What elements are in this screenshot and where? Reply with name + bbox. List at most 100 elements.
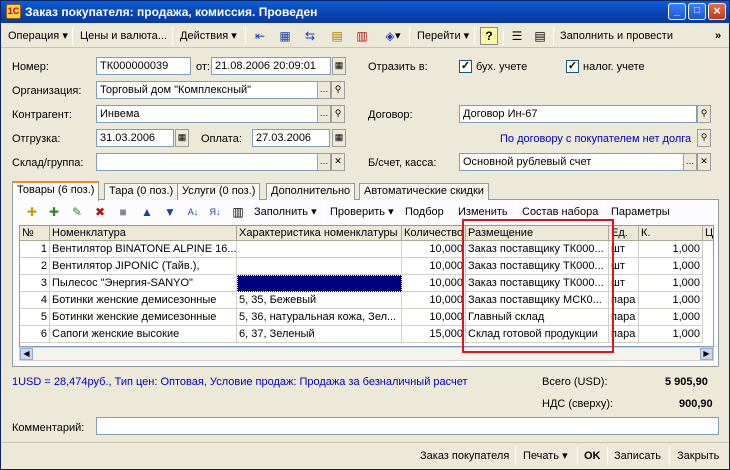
tab-containers[interactable]: Тара (0 поз.) <box>104 183 179 200</box>
price-terms-link[interactable]: 1USD = 28,474руб., Тип цен: Оптовая, Усл… <box>12 376 468 388</box>
coefficient-cell[interactable]: 1,000 <box>639 258 703 275</box>
document-date-field[interactable]: 21.08.2006 20:09:01 <box>211 57 331 75</box>
toolbar-overflow-button[interactable]: » <box>712 27 724 45</box>
properties-icon[interactable]: ▤ <box>531 27 549 45</box>
characteristic-cell[interactable]: 5, 36, натуральная кожа, Зел... <box>237 309 402 326</box>
item-cell[interactable]: Сапоги женские высокие <box>50 326 237 343</box>
pick-button[interactable]: Подбор <box>402 203 447 221</box>
coefficient-cell[interactable]: 1,000 <box>639 309 703 326</box>
search-icon[interactable]: ⚲ <box>331 81 345 99</box>
list-view-icon[interactable]: ☰ <box>508 27 526 45</box>
item-cell[interactable]: Вентилятор BINATONE ALPINE 16... <box>50 241 237 258</box>
based-on-dropdown[interactable]: ▾ <box>395 27 401 45</box>
unpost-document-icon[interactable]: ▥ <box>353 27 371 45</box>
characteristic-cell[interactable]: 6, 37, Зеленый <box>237 326 402 343</box>
quantity-cell[interactable]: 10,000 <box>402 241 466 258</box>
coefficient-cell[interactable]: 1,000 <box>639 292 703 309</box>
number-field[interactable]: ТК000000039 <box>96 57 191 75</box>
search-icon[interactable]: ⚲ <box>697 105 711 123</box>
enter-icon[interactable]: ⇤ <box>251 27 269 45</box>
calendar-icon[interactable]: ▦ <box>332 129 346 147</box>
move-up-icon[interactable]: ▲ <box>138 203 156 221</box>
scroll-right-icon[interactable]: ▶ <box>700 348 713 360</box>
coefficient-cell[interactable]: 1,000 <box>639 241 703 258</box>
move-down-icon[interactable]: ▼ <box>161 203 179 221</box>
characteristic-cell[interactable] <box>237 241 402 258</box>
shipment-date-field[interactable]: 31.03.2006 <box>96 129 174 147</box>
item-cell[interactable]: Ботинки женские демисезонные <box>50 292 237 309</box>
coefficient-cell[interactable]: 1,000 <box>639 275 703 292</box>
quantity-cell[interactable]: 10,000 <box>402 258 466 275</box>
search-icon[interactable]: ⚲ <box>331 105 345 123</box>
row-number[interactable]: 5 <box>20 309 50 326</box>
barcode-icon[interactable]: ▥ <box>229 203 247 221</box>
item-cell[interactable]: Вентилятор JIPONIC (Тайв.), <box>50 258 237 275</box>
actions-menu[interactable]: Действия ▾ <box>177 27 240 45</box>
movements-icon[interactable]: ⇆ <box>301 27 319 45</box>
item-cell[interactable]: Ботинки женские демисезонные <box>50 309 237 326</box>
select-ellipsis-icon[interactable]: … <box>317 153 331 171</box>
characteristic-cell[interactable] <box>237 258 402 275</box>
comment-field[interactable] <box>96 417 719 435</box>
minimize-button[interactable]: _ <box>668 3 686 20</box>
tab-auto-discounts[interactable]: Автоматические скидки <box>359 183 489 200</box>
prices-button[interactable]: Цены и валюта... <box>77 27 170 45</box>
tab-additional[interactable]: Дополнительно <box>266 183 356 200</box>
quantity-cell[interactable]: 15,000 <box>402 326 466 343</box>
calendar-icon[interactable]: ▦ <box>175 129 189 147</box>
warehouse-field[interactable] <box>96 153 318 171</box>
print-menu[interactable]: Печать ▾ <box>523 447 568 465</box>
check-menu[interactable]: Проверить ▾ <box>327 203 397 221</box>
column-header-quantity[interactable]: Количество <box>402 226 466 241</box>
organization-field[interactable]: Торговый дом "Комплексный" <box>96 81 318 99</box>
structure-icon[interactable]: ▦ <box>276 27 294 45</box>
parameters-button[interactable]: Параметры <box>608 203 673 221</box>
select-ellipsis-icon[interactable]: … <box>683 153 697 171</box>
add-row-icon[interactable]: ✚ <box>23 203 41 221</box>
row-number[interactable]: 3 <box>20 275 50 292</box>
fill-and-post-button[interactable]: Заполнить и провести <box>557 27 676 45</box>
accounting-checkbox[interactable]: ✓ <box>459 60 472 73</box>
select-ellipsis-icon[interactable]: … <box>317 81 331 99</box>
quantity-cell[interactable]: 10,000 <box>402 309 466 326</box>
calendar-icon[interactable]: ▦ <box>332 57 346 75</box>
operation-menu[interactable]: Операция ▾ <box>5 27 71 45</box>
contractor-field[interactable]: Инвема <box>96 105 318 123</box>
maximize-button[interactable]: □ <box>688 3 706 20</box>
search-icon[interactable]: ⚲ <box>697 129 711 147</box>
tax-accounting-checkbox[interactable]: ✓ <box>566 60 579 73</box>
row-number[interactable]: 6 <box>20 326 50 343</box>
coefficient-cell[interactable]: 1,000 <box>639 326 703 343</box>
close-window-button[interactable]: × <box>708 3 726 20</box>
bank-account-field[interactable]: Основной рублевый счет <box>459 153 697 171</box>
contract-field[interactable]: Договор Ин-67 <box>459 105 697 123</box>
column-header-coefficient[interactable]: К. <box>639 226 703 241</box>
clear-icon[interactable]: ✕ <box>331 153 345 171</box>
copy-row-icon[interactable]: ✚ <box>45 203 63 221</box>
delete-row-icon[interactable]: ✖ <box>91 203 109 221</box>
edit-row-icon[interactable]: ✎ <box>68 203 86 221</box>
order-print-button[interactable]: Заказ покупателя <box>420 447 509 465</box>
column-header-characteristic[interactable]: Характеристика номенклатуры <box>237 226 402 241</box>
end-edit-icon[interactable]: ■ <box>114 203 132 221</box>
save-button[interactable]: Записать <box>614 447 661 465</box>
characteristic-cell[interactable]: 5, 35, Бежевый <box>237 292 402 309</box>
column-header-price[interactable]: Ц <box>703 226 713 241</box>
item-cell[interactable]: Пылесос "Энергия-SANYO" <box>50 275 237 292</box>
clear-icon[interactable]: ✕ <box>697 153 711 171</box>
row-number[interactable]: 4 <box>20 292 50 309</box>
scroll-left-icon[interactable]: ◀ <box>20 348 33 360</box>
payment-date-field[interactable]: 27.03.2006 <box>252 129 330 147</box>
sort-ascending-icon[interactable]: A↓ <box>184 203 202 221</box>
ok-button[interactable]: OK <box>584 447 601 465</box>
row-number[interactable]: 2 <box>20 258 50 275</box>
quantity-cell[interactable]: 10,000 <box>402 275 466 292</box>
characteristic-cell[interactable] <box>237 275 402 292</box>
column-header-item[interactable]: Номенклатура <box>50 226 237 241</box>
fill-menu[interactable]: Заполнить ▾ <box>251 203 320 221</box>
select-ellipsis-icon[interactable]: … <box>317 105 331 123</box>
contract-debt-link[interactable]: По договору с покупателем нет долга <box>500 133 691 145</box>
quantity-cell[interactable]: 10,000 <box>402 292 466 309</box>
sort-descending-icon[interactable]: Я↓ <box>206 203 224 221</box>
help-icon[interactable]: ? <box>480 27 498 45</box>
